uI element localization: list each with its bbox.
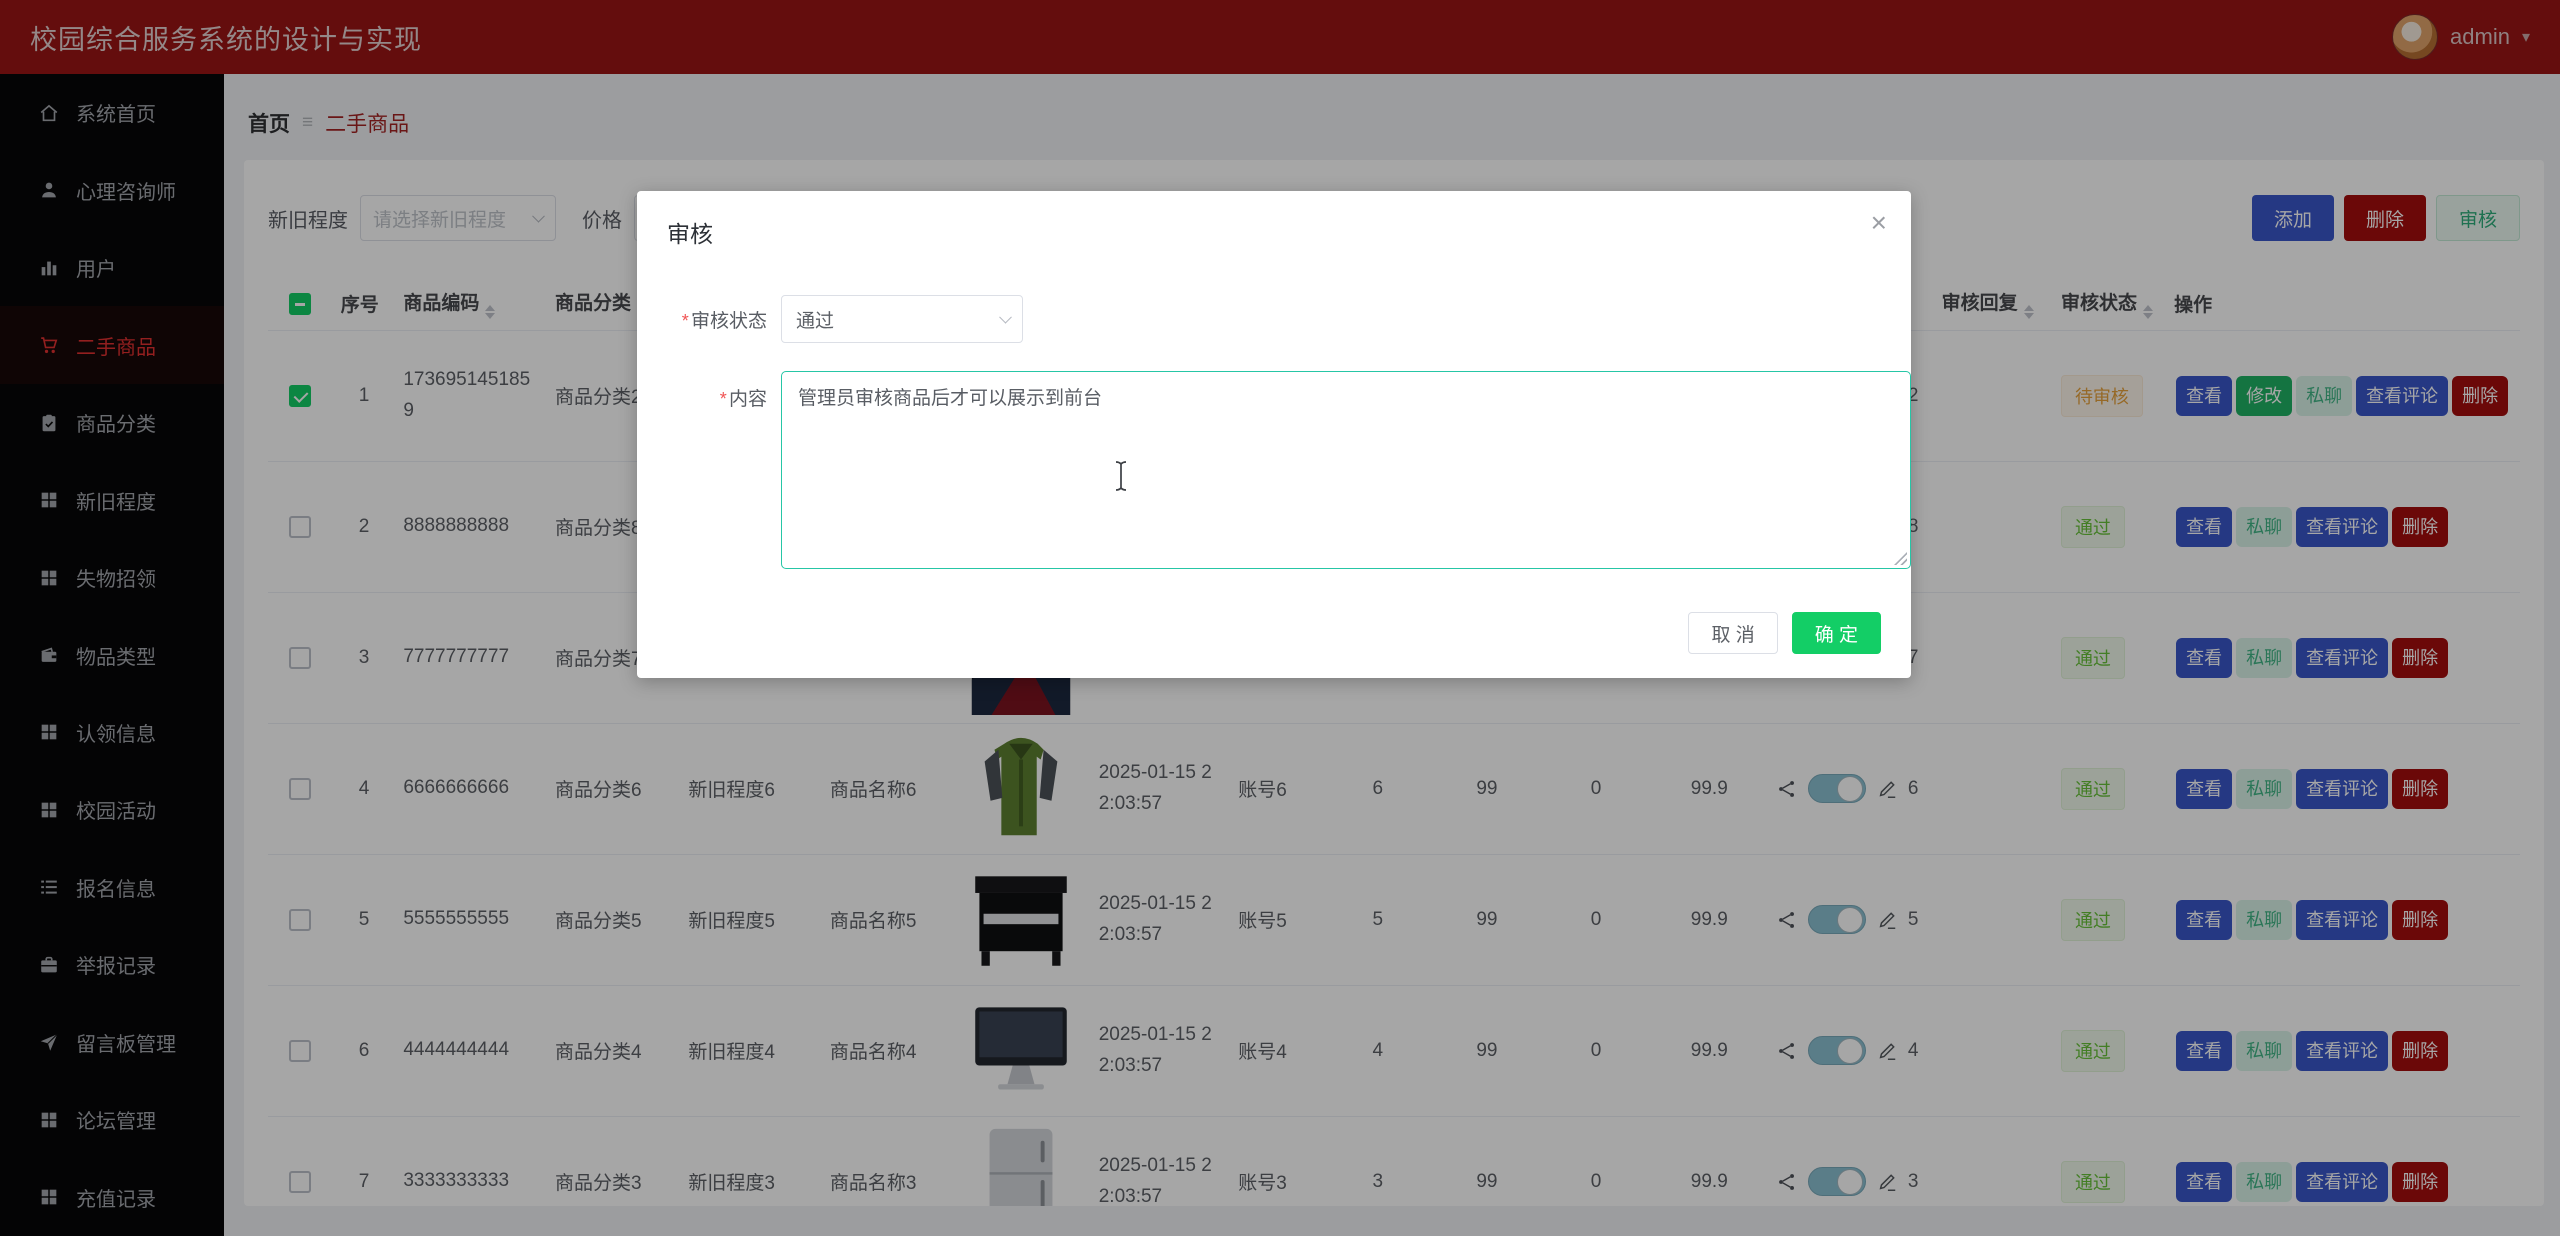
modal-title: 审核 [667,221,713,247]
review-content-textarea[interactable]: 管理员审核商品后才可以展示到前台 [781,371,1911,569]
required-mark: * [719,389,726,409]
review-content-wrap: 管理员审核商品后才可以展示到前台 [781,371,1911,569]
review-status-select[interactable]: 通过 [781,295,1023,343]
review-status-value: 通过 [796,306,834,333]
review-status-row: *审核状态 通过 [667,295,1911,343]
chevron-down-icon [999,311,1012,324]
review-content-row: *内容 管理员审核商品后才可以展示到前台 [667,371,1911,569]
cancel-button[interactable]: 取 消 [1688,612,1777,654]
close-icon[interactable]: × [1871,209,1887,237]
review-status-label: *审核状态 [667,306,767,333]
required-mark: * [681,311,688,331]
review-content-label: *内容 [667,371,767,411]
modal-header: 审核 × [637,191,1911,249]
review-modal: 审核 × *审核状态 通过 *内容 管理员审核商品后才可以展示到前台 取 消 确… [637,191,1911,678]
modal-footer: 取 消 确 定 [1688,612,1881,654]
confirm-button[interactable]: 确 定 [1792,612,1881,654]
